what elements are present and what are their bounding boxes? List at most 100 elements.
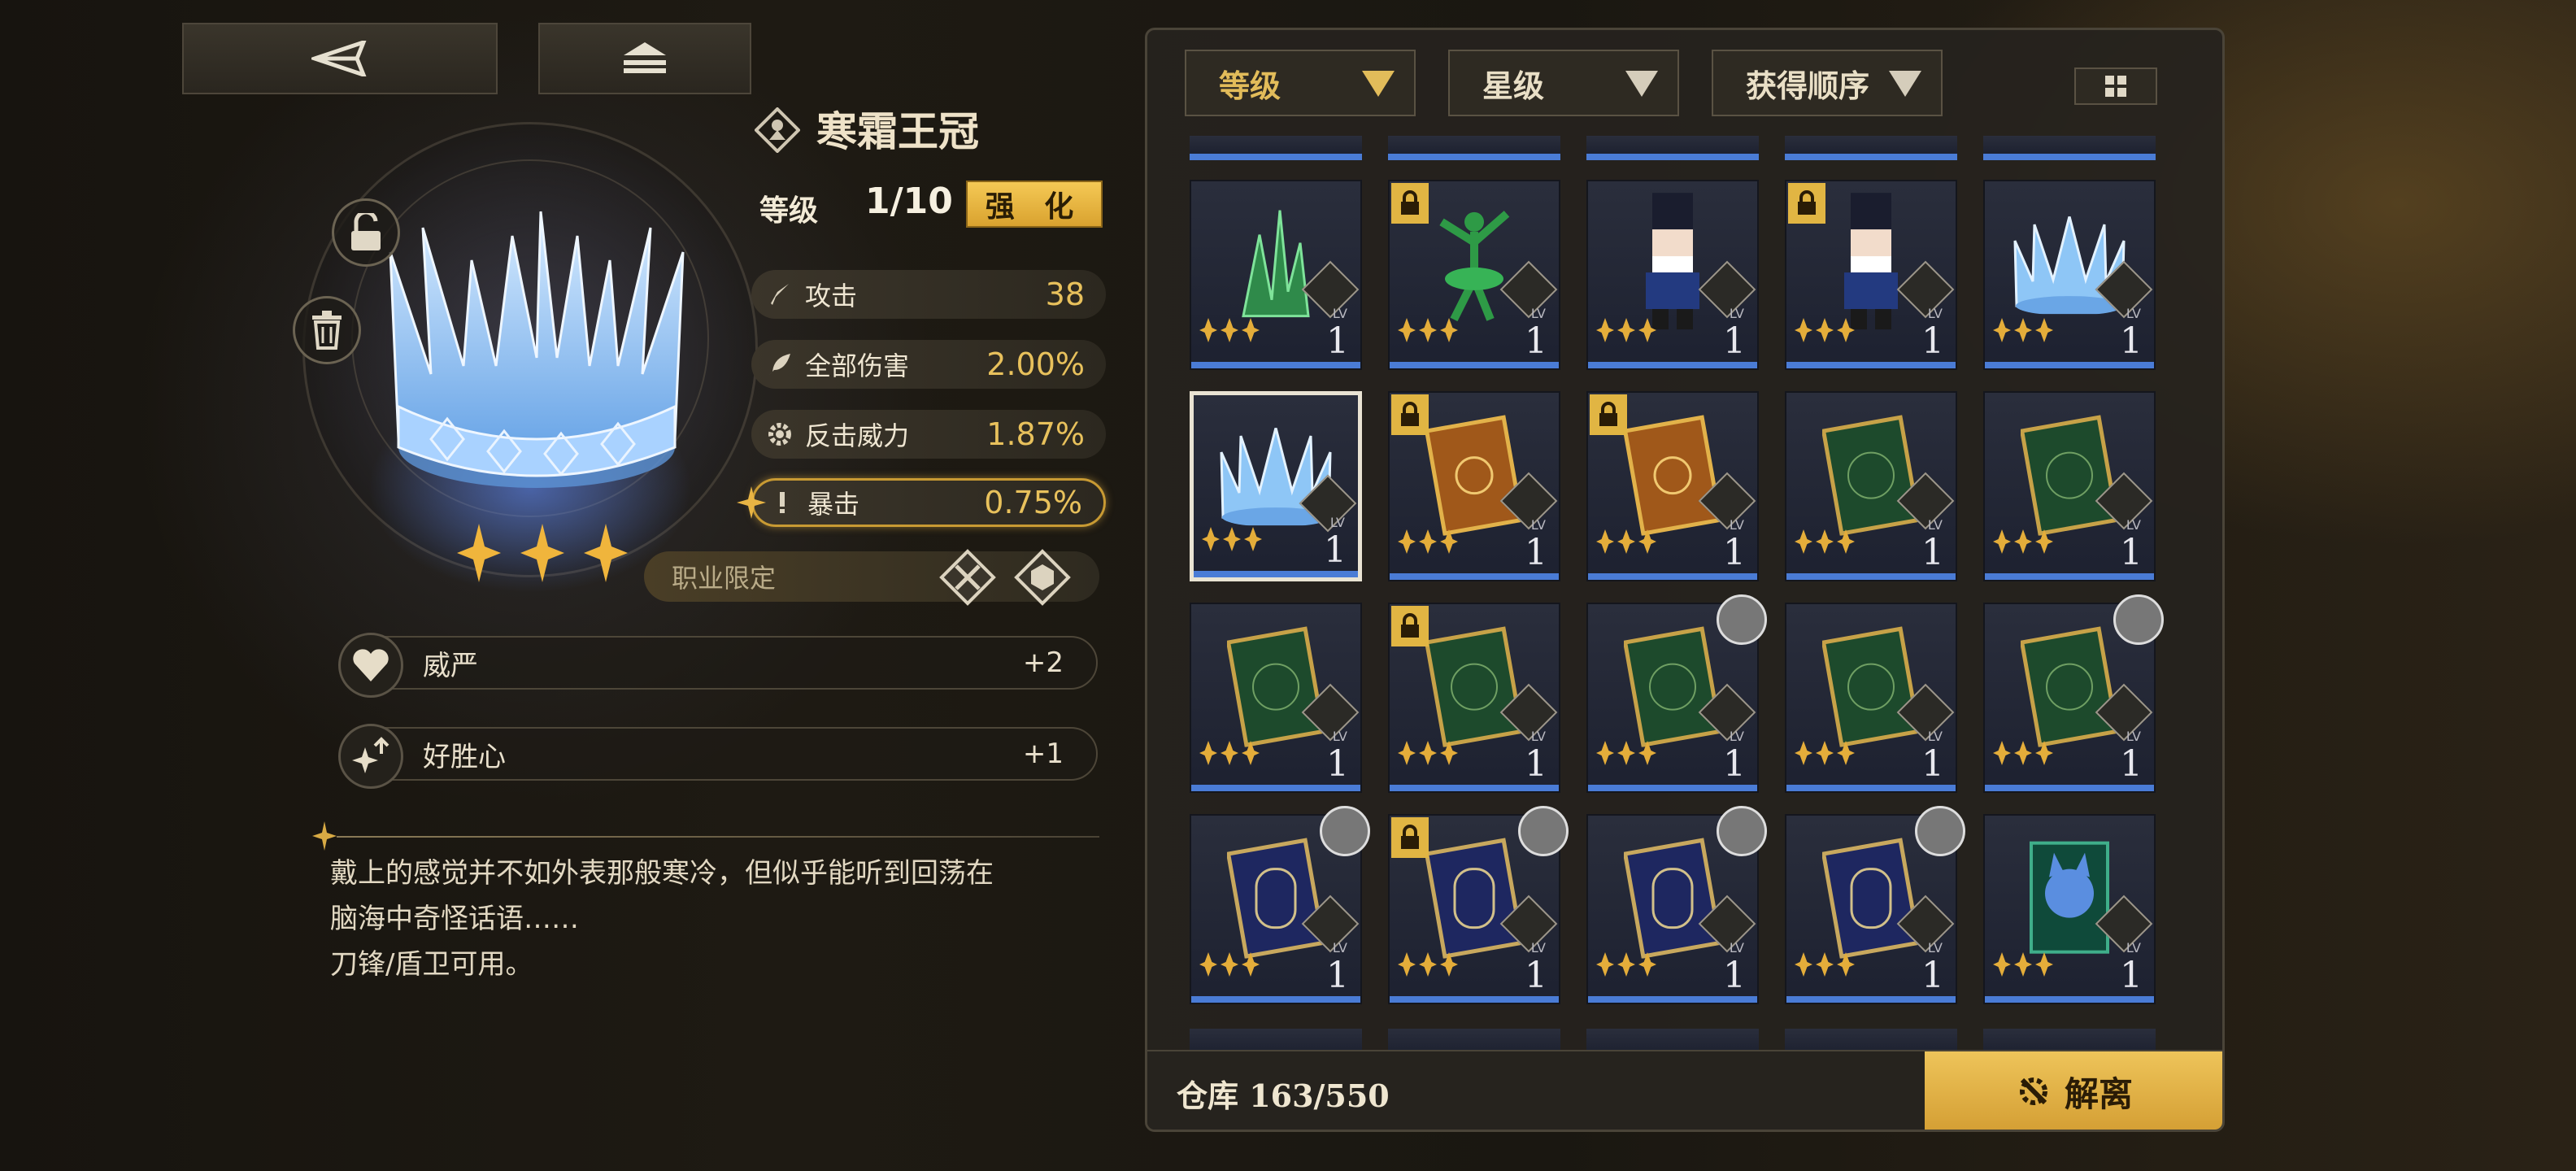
divider-star-icon	[312, 821, 337, 851]
card-lv-text: LV	[2126, 729, 2141, 744]
inventory-item-card[interactable]: LV 1	[1586, 391, 1759, 581]
exclaim-icon	[770, 490, 794, 515]
enhance-button[interactable]: 强 化	[966, 181, 1103, 228]
inventory-item-card[interactable]: LV 1	[1586, 180, 1759, 370]
equipped-avatar	[1320, 806, 1370, 856]
stat-label: 暴击	[807, 489, 860, 520]
filter-order-dropdown[interactable]: 获得顺序	[1712, 50, 1943, 116]
star-icon	[1617, 741, 1635, 765]
card-stars	[1795, 529, 1855, 554]
card-lv-text: LV	[1729, 940, 1744, 956]
star-icon	[1816, 529, 1834, 554]
card-lv-text: LV	[1332, 940, 1347, 956]
star-icon	[1837, 741, 1855, 765]
card-lv-text: LV	[1927, 940, 1943, 956]
feather-icon	[768, 352, 792, 377]
trait-row[interactable]: 好胜心 +1	[338, 724, 1098, 789]
filter-label: 星级	[1482, 67, 1545, 104]
star-icon	[1398, 741, 1416, 765]
inventory-item-card[interactable]: LV 1	[1190, 806, 1370, 1004]
card-level-bar	[1390, 785, 1559, 791]
card-level-bar	[1985, 573, 2154, 580]
grid-view-button[interactable]	[2074, 67, 2157, 105]
inventory-item-card[interactable]: LV 1	[1190, 603, 1362, 793]
inventory-item-card[interactable]: LV 1	[1785, 180, 1957, 370]
card-level-bar	[1985, 362, 2154, 368]
inventory-item-card[interactable]: LV 1	[1388, 391, 1560, 581]
star-icon	[2014, 529, 2032, 554]
lock-icon	[1391, 606, 1429, 646]
card-level-bar	[1191, 785, 1360, 791]
card-level-bar	[1390, 996, 1559, 1003]
unlock-button[interactable]	[332, 198, 400, 267]
accessory-type-icon	[755, 107, 800, 153]
card-lv-text: LV	[2126, 306, 2141, 321]
star-icon	[1419, 952, 1437, 977]
inventory-item-card[interactable]: LV 1	[1388, 603, 1560, 793]
card-level-bar	[1786, 996, 1956, 1003]
card-level: 1	[2120, 532, 2143, 573]
inventory-item-card[interactable]: LV 1	[1983, 594, 2164, 793]
heart-icon	[338, 633, 403, 698]
star-icon	[1223, 527, 1241, 551]
inventory-item-card[interactable]: LV 1	[1785, 603, 1957, 793]
dismantle-button[interactable]: 解离	[1925, 1051, 2222, 1130]
card-level-bar	[1588, 573, 1757, 580]
blade-class-icon[interactable]	[938, 548, 997, 607]
lock-icon	[1590, 394, 1627, 435]
inventory-item-card[interactable]: LV 1	[1388, 806, 1569, 1004]
card-level: 1	[1723, 955, 1746, 996]
delete-button[interactable]	[293, 296, 361, 364]
item-art	[1826, 193, 1916, 334]
card-level-bar	[1985, 785, 2154, 791]
inventory-item-card[interactable]: LV 1	[1983, 814, 2156, 1004]
inventory-item-card[interactable]: LV 1	[1190, 391, 1362, 581]
filter-level-dropdown[interactable]: 等级	[1185, 50, 1416, 116]
trait-row[interactable]: 威严 +2	[338, 633, 1098, 698]
item-art	[1424, 837, 1525, 962]
card-level: 1	[1326, 320, 1349, 362]
card-level: 1	[1723, 743, 1746, 785]
shield-class-icon[interactable]	[1013, 548, 1072, 607]
home-button[interactable]	[538, 23, 751, 94]
inventory-item-card[interactable]: LV 1	[1388, 180, 1560, 370]
chevron-down-icon	[1889, 71, 1921, 97]
inventory-item-card[interactable]: LV 1	[1586, 594, 1767, 793]
filter-stars-dropdown[interactable]: 星级	[1448, 50, 1679, 116]
star-icon	[1617, 318, 1635, 342]
inventory-item-card[interactable]: LV 1	[1983, 180, 2156, 370]
inventory-item-card[interactable]: LV 1	[1785, 391, 1957, 581]
storage-count: 仓库 163/550	[1177, 1077, 1390, 1114]
card-stars	[1596, 529, 1656, 554]
stat-label: 全部伤害	[805, 350, 910, 381]
stat-label: 反击威力	[805, 420, 910, 451]
item-art	[1821, 414, 1921, 539]
star-icon	[1795, 318, 1812, 342]
card-stars	[1596, 318, 1656, 342]
card-lv-text: LV	[1927, 729, 1943, 744]
card-lv-text: LV	[1729, 517, 1744, 533]
star-icon	[1242, 741, 1260, 765]
star-icon	[1440, 952, 1458, 977]
card-stars	[1993, 529, 2053, 554]
star-icon	[1419, 318, 1437, 342]
inventory-item-card[interactable]: LV 1	[1785, 806, 1965, 1004]
item-art	[1622, 837, 1723, 962]
star-icon	[1596, 318, 1614, 342]
card-level-bar	[1390, 573, 1559, 580]
card-stars	[1795, 952, 1855, 977]
card-level: 1	[1525, 532, 1547, 573]
card-level-bar	[1194, 571, 1358, 577]
inventory-item-card[interactable]: LV 1	[1190, 180, 1362, 370]
card-level: 1	[2120, 320, 2143, 362]
inventory-item-card[interactable]: LV 1	[1983, 391, 2156, 581]
stat-value: 2.00%	[986, 346, 1085, 382]
card-level-bar	[1588, 996, 1757, 1003]
inventory-item-card[interactable]: LV 1	[1586, 806, 1767, 1004]
star-icon	[2014, 741, 2032, 765]
back-button[interactable]	[182, 23, 498, 94]
stat-all-damage: 全部伤害 2.00%	[751, 340, 1106, 389]
card-stars	[1596, 952, 1656, 977]
equipped-avatar	[1717, 594, 1767, 645]
card-stars	[1199, 318, 1260, 342]
